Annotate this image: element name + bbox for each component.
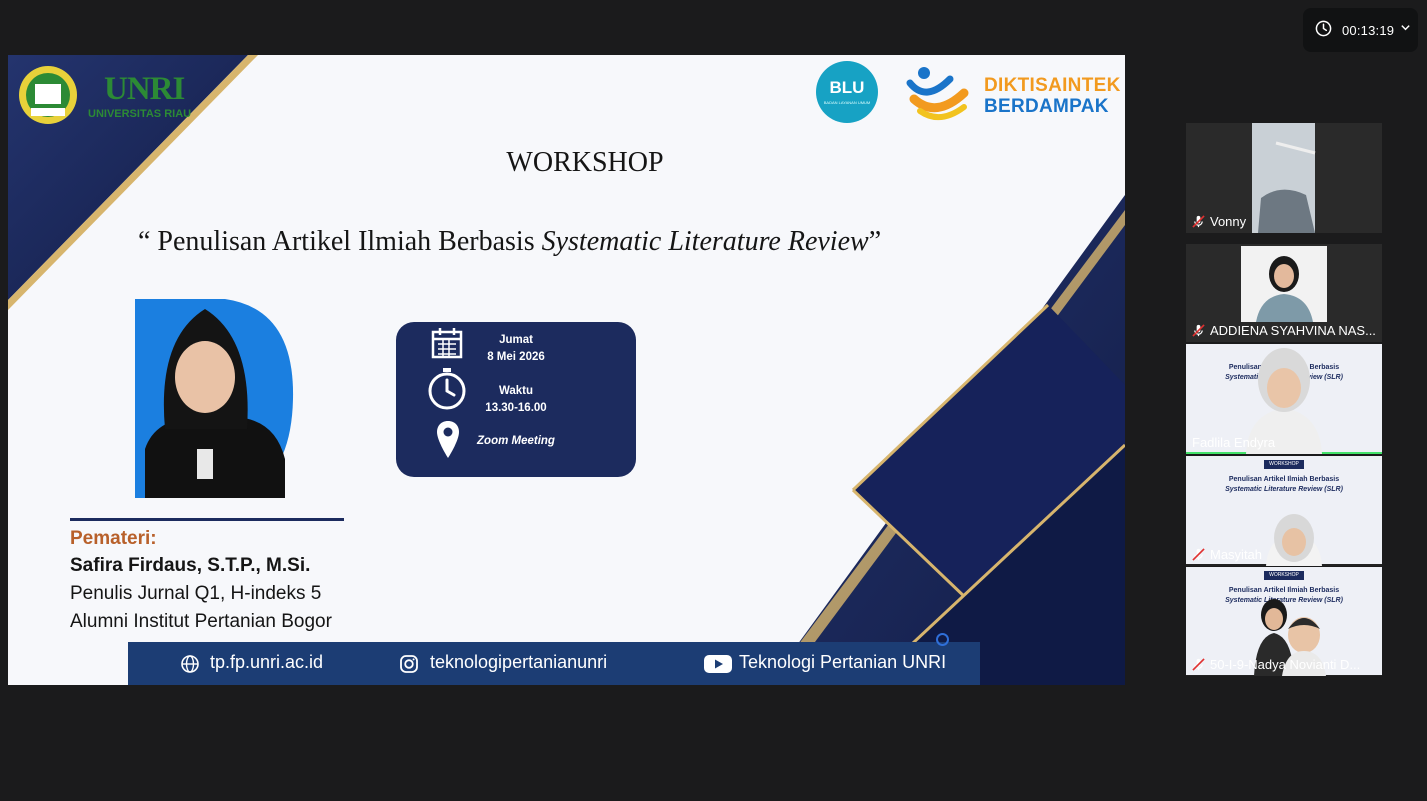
event-info-box: Jumat 8 Mei 2026 Waktu 13.30-16.00 Zoom … — [396, 322, 636, 477]
instagram-icon — [400, 655, 418, 673]
chevron-down-icon[interactable] — [1400, 22, 1411, 33]
mic-muted-icon — [1192, 548, 1205, 561]
diktisaintek-logo — [906, 67, 969, 120]
footer-youtube: Teknologi Pertanian UNRI — [739, 652, 947, 672]
speaker-credential: Penulis Jurnal Q1, H-indeks 5 — [70, 583, 322, 604]
subtitle-post: ” — [868, 226, 882, 257]
slide-title: WORKSHOP — [506, 147, 664, 178]
dikti-line1: DIKTISAINTEK — [984, 75, 1121, 96]
unri-emblem-logo — [19, 66, 77, 124]
participant-name: Masyitah — [1210, 547, 1263, 562]
timer-text: 00:13:19 — [1342, 23, 1395, 38]
event-date: 8 Mei 2026 — [487, 351, 545, 363]
footer-website: tp.fp.unri.ac.id — [210, 652, 324, 672]
divider — [70, 518, 344, 521]
participant-name-label: Masyitah — [1192, 547, 1262, 562]
calendar-icon — [431, 328, 463, 359]
speaker-photo — [135, 299, 294, 498]
unri-wordmark: UNRI — [104, 71, 185, 107]
participant-tile-active-speaker[interactable]: Penulisan Artikel Ilmiah Berbasis System… — [1186, 344, 1382, 454]
event-place: Zoom Meeting — [477, 435, 555, 447]
participant-name: Vonny — [1210, 214, 1247, 229]
event-time-label: Waktu — [498, 385, 534, 397]
participant-name: Fadlila Endyra — [1192, 435, 1276, 450]
participant-tile[interactable]: WORKSHOP Penulisan Artikel Ilmiah Berbas… — [1186, 567, 1382, 676]
event-day: Jumat — [499, 334, 533, 346]
mic-muted-icon — [1192, 324, 1205, 337]
participant-name-label: Vonny — [1192, 214, 1246, 229]
event-time-value: 13.30-16.00 — [485, 402, 547, 414]
participant-name-label: ADDIENA SYAHVINA NAS... — [1192, 323, 1376, 338]
speaker-heading: Pemateri: — [70, 528, 157, 549]
blu-logo: BLU BADAN LAYANAN UMUM — [816, 61, 878, 123]
participant-tile[interactable]: ADDIENA SYAHVINA NAS... — [1186, 244, 1382, 342]
clock-icon — [1315, 20, 1332, 37]
globe-icon — [181, 655, 199, 673]
participant-name: ADDIENA SYAHVINA NAS... — [1210, 323, 1376, 338]
participant-name-label: Fadlila Endyra — [1192, 435, 1275, 450]
unri-subtitle: UNIVERSITAS RIAU — [88, 108, 192, 120]
participant-name: 50-I-9-Nadya Novianti D... — [1210, 657, 1361, 672]
youtube-icon — [704, 655, 732, 673]
subtitle-italic: Systematic Literature Review — [541, 226, 869, 257]
speaker-name: Safira Firdaus, S.T.P., M.Si. — [70, 555, 311, 576]
participant-tile[interactable]: Vonny — [1186, 123, 1382, 233]
mic-muted-icon — [1192, 215, 1205, 228]
pointer-cursor-ring — [936, 633, 949, 646]
slide-footer: tp.fp.unri.ac.id teknologipertanianunri … — [128, 642, 980, 685]
meeting-timer[interactable]: 00:13:19 — [1303, 8, 1418, 52]
footer-instagram: teknologipertanianunri — [430, 652, 608, 672]
subtitle-pre: “ Penulisan Artikel Ilmiah Berbasis — [138, 226, 542, 257]
blu-text: BLU — [829, 78, 865, 97]
dikti-line2: BERDAMPAK — [984, 96, 1109, 117]
slide-subtitle: “ Penulisan Artikel Ilmiah Berbasis Syst… — [138, 226, 881, 258]
blu-subtext: BADAN LAYANAN UMUM — [823, 100, 871, 105]
mic-muted-icon — [1192, 658, 1205, 671]
speaker-alumni: Alumni Institut Pertanian Bogor — [70, 611, 332, 632]
participant-name-label: 50-I-9-Nadya Novianti D... — [1192, 657, 1360, 672]
location-pin-icon — [437, 421, 459, 458]
shared-screen-slide: UNRI UNIVERSITAS RIAU BLU BADAN LAYANAN … — [8, 55, 1125, 685]
participant-tile[interactable]: WORKSHOP Penulisan Artikel Ilmiah Berbas… — [1186, 456, 1382, 566]
